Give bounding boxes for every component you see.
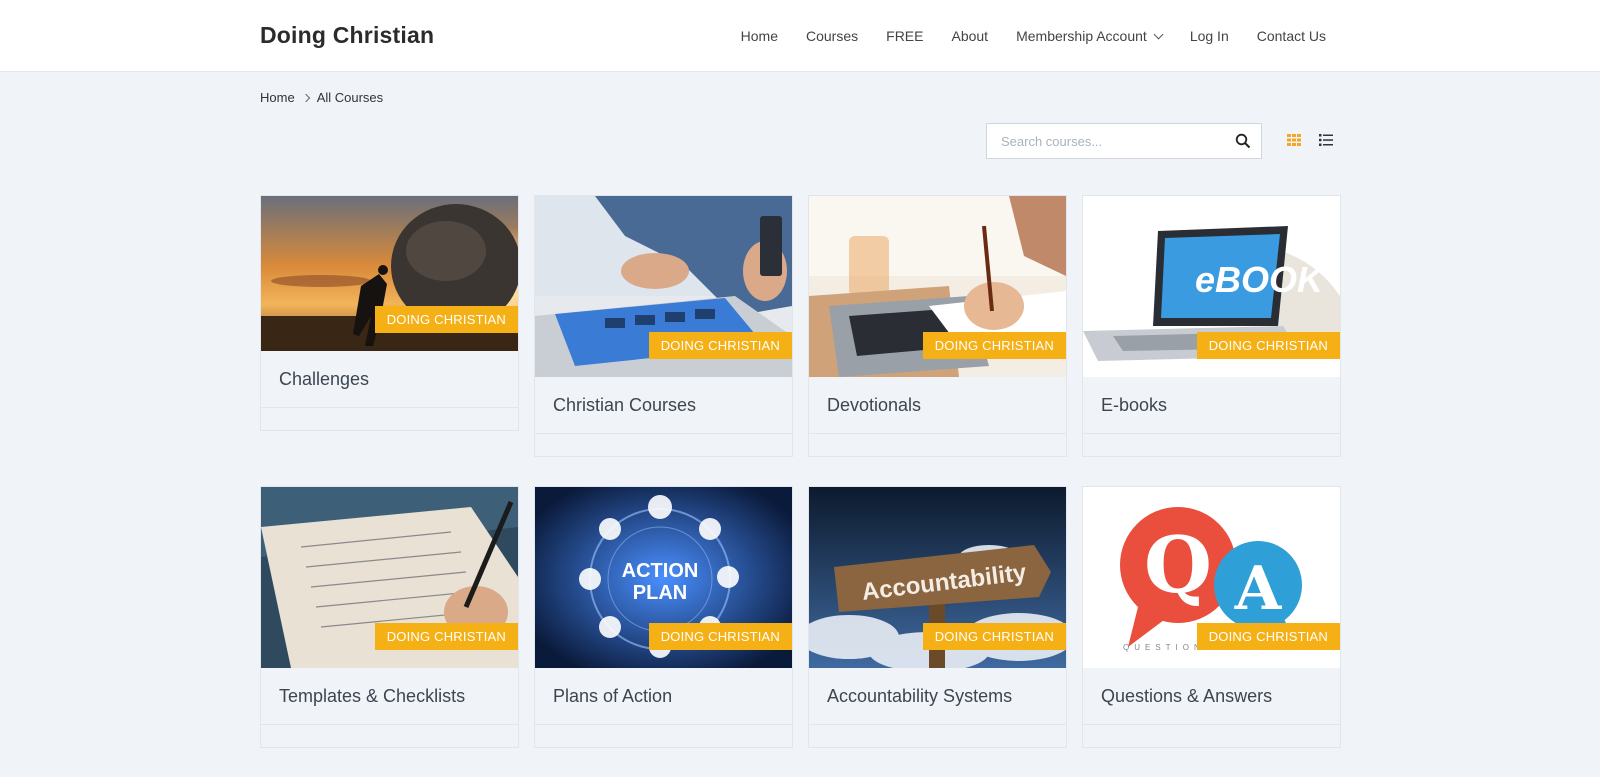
course-card-templates-checklists[interactable]: DOING CHRISTIAN Templates & Checklists <box>260 486 519 748</box>
list-view-icon[interactable] <box>1318 132 1334 148</box>
course-card-devotionals[interactable]: DOING CHRISTIAN Devotionals <box>808 195 1067 457</box>
course-card-plans-of-action[interactable]: ACTION PLAN DOING CHRISTIAN Plans of Act… <box>534 486 793 748</box>
course-card-christian-courses[interactable]: DOING CHRISTIAN Christian Courses <box>534 195 793 457</box>
category-badge: DOING CHRISTIAN <box>374 623 518 650</box>
nav-home[interactable]: Home <box>741 28 778 44</box>
category-badge: DOING CHRISTIAN <box>648 623 792 650</box>
search-icon[interactable] <box>1235 133 1251 149</box>
card-footer <box>261 725 518 747</box>
category-badge: DOING CHRISTIAN <box>648 332 792 359</box>
search-input[interactable] <box>987 124 1223 158</box>
category-badge: DOING CHRISTIAN <box>1196 332 1340 359</box>
site-header: Doing Christian Home Courses FREE About … <box>0 0 1600 72</box>
card-footer <box>535 434 792 456</box>
course-card-e-books[interactable]: eBOOK DOING CHRISTIAN E-books <box>1082 195 1341 457</box>
course-card-challenges[interactable]: DOING CHRISTIAN Challenges <box>260 195 519 431</box>
course-card-questions-answers[interactable]: Q A QUESTIONS & ANSWERS DOING CHRISTIAN … <box>1082 486 1341 748</box>
course-title[interactable]: Devotionals <box>809 377 1066 434</box>
category-badge: DOING CHRISTIAN <box>922 623 1066 650</box>
q-letter: Q <box>1144 520 1212 611</box>
course-thumbnail: DOING CHRISTIAN <box>261 487 518 668</box>
course-thumbnail: DOING CHRISTIAN <box>809 196 1066 377</box>
category-badge: DOING CHRISTIAN <box>1196 623 1340 650</box>
card-footer <box>1083 434 1340 456</box>
plan-text: PLAN <box>633 582 687 604</box>
ebook-screen-text: eBOOK <box>1195 259 1326 300</box>
course-title[interactable]: Questions & Answers <box>1083 668 1340 725</box>
course-title[interactable]: Plans of Action <box>535 668 792 725</box>
card-footer <box>535 725 792 747</box>
chevron-down-icon <box>1153 29 1164 39</box>
main-nav: Home Courses FREE About Membership Accou… <box>741 28 1326 44</box>
site-logo[interactable]: Doing Christian <box>260 22 434 49</box>
nav-log-in[interactable]: Log In <box>1190 28 1229 44</box>
course-thumbnail: DOING CHRISTIAN <box>261 196 518 351</box>
category-badge: DOING CHRISTIAN <box>374 306 518 333</box>
a-letter: A <box>1234 554 1283 624</box>
card-footer <box>809 725 1066 747</box>
nav-courses[interactable]: Courses <box>806 28 858 44</box>
course-thumbnail: DOING CHRISTIAN <box>535 196 792 377</box>
course-thumbnail: eBOOK DOING CHRISTIAN <box>1083 196 1340 377</box>
card-footer <box>261 408 518 430</box>
chevron-right-icon <box>301 93 310 102</box>
category-badge: DOING CHRISTIAN <box>922 332 1066 359</box>
course-title[interactable]: E-books <box>1083 377 1340 434</box>
search-box <box>986 123 1262 159</box>
course-thumbnail: ACTION PLAN DOING CHRISTIAN <box>535 487 792 668</box>
course-title[interactable]: Templates & Checklists <box>261 668 518 725</box>
course-card-accountability-systems[interactable]: Accountability DOING CHRISTIAN Accountab… <box>808 486 1067 748</box>
card-footer <box>1083 725 1340 747</box>
action-text: ACTION <box>622 560 699 582</box>
nav-contact-us[interactable]: Contact Us <box>1257 28 1326 44</box>
nav-membership-account[interactable]: Membership Account <box>1016 28 1164 44</box>
breadcrumb-current: All Courses <box>316 90 384 105</box>
grid-view-icon[interactable] <box>1286 132 1302 148</box>
nav-about[interactable]: About <box>951 28 988 44</box>
breadcrumb: Home All Courses <box>260 90 383 105</box>
nav-membership-label: Membership Account <box>1016 28 1147 44</box>
course-thumbnail: Accountability DOING CHRISTIAN <box>809 487 1066 668</box>
course-title[interactable]: Challenges <box>261 351 518 408</box>
breadcrumb-home[interactable]: Home <box>260 90 295 105</box>
course-title[interactable]: Accountability Systems <box>809 668 1066 725</box>
course-title[interactable]: Christian Courses <box>535 377 792 434</box>
card-footer <box>809 434 1066 456</box>
nav-free[interactable]: FREE <box>886 28 923 44</box>
course-thumbnail: Q A QUESTIONS & ANSWERS DOING CHRISTIAN <box>1083 487 1340 668</box>
